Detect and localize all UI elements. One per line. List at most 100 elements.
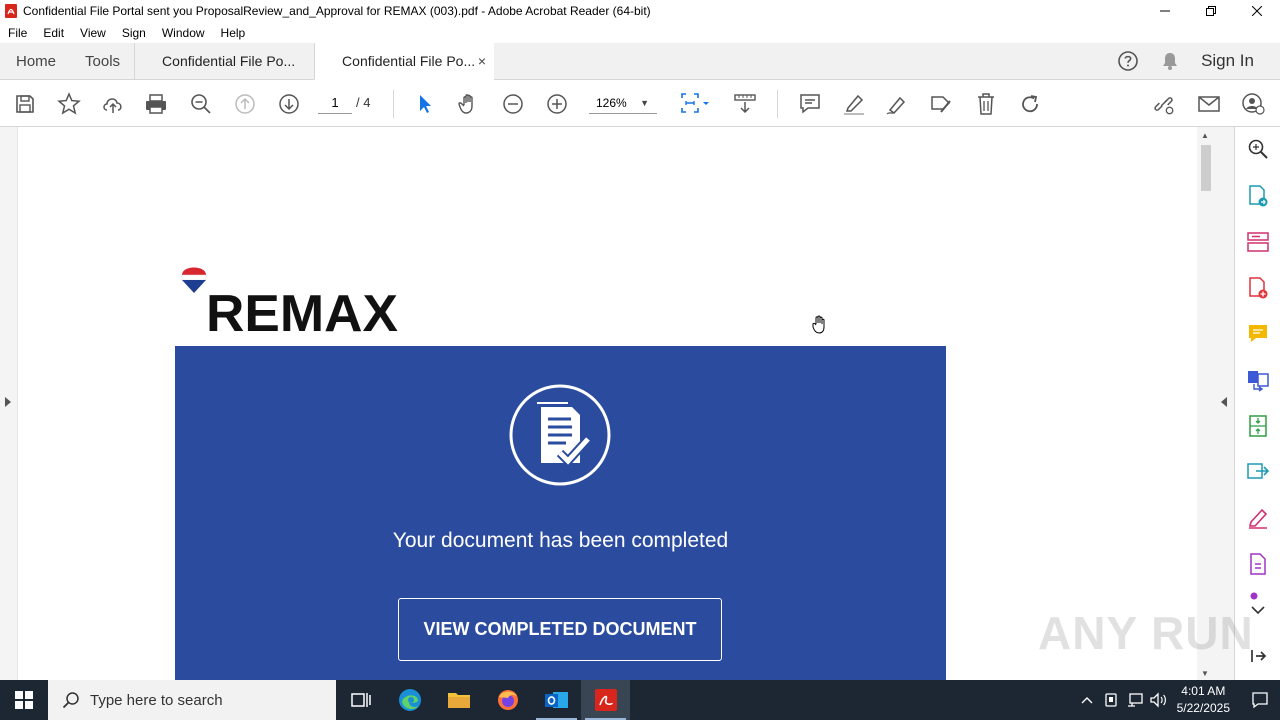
tool-export[interactable]	[1246, 460, 1270, 484]
zoom-search-button[interactable]	[189, 92, 213, 116]
zoom-value: 126%	[596, 96, 627, 110]
right-panel-toggle[interactable]	[1215, 127, 1234, 680]
taskbar-outlook[interactable]	[532, 680, 581, 720]
menu-help[interactable]: Help	[213, 26, 254, 40]
scroll-up-icon[interactable]: ▲	[1201, 131, 1209, 140]
sign-in-link[interactable]: Sign In	[1191, 51, 1280, 71]
save-icon	[16, 95, 34, 113]
scrollbar-thumb[interactable]	[1201, 145, 1211, 191]
page-number-input[interactable]: 1	[318, 92, 352, 114]
page-fit-button[interactable]	[680, 92, 712, 116]
windows-logo-icon	[15, 691, 33, 709]
hand-tool-button[interactable]	[457, 92, 481, 116]
taskbar-search[interactable]: Type here to search	[48, 680, 336, 720]
hand-icon	[458, 94, 473, 114]
document-viewport[interactable]: REMAX Your document has been completed V…	[0, 127, 1234, 686]
pen-sign-icon	[886, 96, 906, 115]
share-link-button[interactable]	[1152, 92, 1176, 116]
tool-compress-pdf[interactable]	[1246, 414, 1270, 438]
tool-request-signature[interactable]	[1246, 552, 1270, 576]
action-center-button[interactable]	[1240, 691, 1280, 709]
start-button[interactable]	[0, 680, 48, 720]
tool-organize-pages[interactable]	[1246, 230, 1270, 254]
pdf-page: REMAX Your document has been completed V…	[18, 127, 1197, 686]
envelope-icon	[1198, 96, 1220, 112]
close-window-button[interactable]	[1234, 0, 1280, 22]
combine-files-icon	[1248, 371, 1269, 392]
cloud-upload-icon	[103, 98, 122, 113]
home-link[interactable]: Home	[0, 43, 71, 79]
menu-file[interactable]: File	[0, 26, 35, 40]
printer-icon	[146, 94, 166, 114]
rotate-button[interactable]	[1018, 92, 1042, 116]
document-check-icon	[509, 384, 611, 486]
tool-combine-files[interactable]	[1246, 368, 1270, 392]
chevron-down-icon: ▼	[640, 98, 649, 108]
tool-find[interactable]	[1246, 137, 1270, 161]
arrow-up-circle-icon	[235, 94, 255, 114]
previous-page-button[interactable]	[233, 92, 257, 116]
next-page-button[interactable]	[277, 92, 301, 116]
tools-pane	[1234, 127, 1280, 680]
edit-pdf-button[interactable]	[929, 92, 953, 116]
tray-device-icon[interactable]	[1099, 692, 1123, 708]
menu-sign[interactable]: Sign	[114, 26, 154, 40]
acrobat-icon	[594, 689, 617, 711]
taskbar-acrobat[interactable]	[581, 680, 630, 720]
export-pdf-icon	[1249, 185, 1268, 207]
save-button[interactable]	[13, 92, 37, 116]
tab-label: Confidential File Po...	[342, 53, 476, 69]
minimize-button[interactable]	[1142, 0, 1188, 22]
folder-icon	[447, 693, 470, 708]
restore-button[interactable]	[1188, 0, 1234, 22]
print-button[interactable]	[144, 92, 168, 116]
menu-window[interactable]: Window	[154, 26, 213, 40]
scroll-mode-button[interactable]	[733, 92, 757, 116]
upload-button[interactable]	[101, 92, 125, 116]
taskbar-edge[interactable]	[385, 680, 434, 720]
tray-overflow-button[interactable]	[1075, 696, 1099, 704]
task-view-button[interactable]	[336, 680, 385, 720]
export-icon	[1247, 463, 1270, 479]
notifications-button[interactable]	[1149, 51, 1191, 71]
tool-create-pdf[interactable]	[1246, 276, 1270, 300]
highlighter-icon	[844, 94, 864, 115]
organize-pages-icon	[1247, 232, 1269, 252]
taskbar-firefox[interactable]	[483, 680, 532, 720]
menu-edit[interactable]: Edit	[35, 26, 72, 40]
tool-export-pdf[interactable]	[1246, 184, 1270, 208]
document-tab-active[interactable]: Confidential File Po... ×	[314, 43, 495, 80]
magnifier-minus-icon	[191, 94, 211, 114]
tray-network[interactable]	[1123, 692, 1147, 708]
taskbar-clock[interactable]: 4:01 AM 5/22/2025	[1171, 683, 1240, 717]
tray-volume[interactable]	[1147, 692, 1171, 708]
tool-comment[interactable]	[1246, 322, 1270, 346]
help-button[interactable]	[1107, 50, 1149, 72]
taskbar-file-explorer[interactable]	[434, 680, 483, 720]
email-button[interactable]	[1197, 92, 1221, 116]
draw-button[interactable]	[885, 92, 909, 116]
select-tool-button[interactable]	[413, 92, 437, 116]
firefox-icon	[497, 690, 518, 710]
document-tab[interactable]: Confidential File Po...	[134, 43, 314, 79]
edge-browser-icon	[398, 689, 421, 711]
vertical-scrollbar[interactable]: ▲ ▼	[1197, 127, 1215, 680]
view-completed-document-button[interactable]: VIEW COMPLETED DOCUMENT	[398, 598, 722, 661]
zoom-out-button[interactable]	[501, 92, 525, 116]
highlight-button[interactable]	[842, 92, 866, 116]
tab-close-button[interactable]: ×	[478, 53, 486, 69]
left-panel-toggle[interactable]	[0, 127, 17, 680]
system-tray: 4:01 AM 5/22/2025	[1075, 680, 1280, 720]
speaker-icon	[1149, 692, 1166, 708]
menu-view[interactable]: View	[72, 26, 114, 40]
bookmark-button[interactable]	[57, 92, 81, 116]
comment-button[interactable]	[798, 92, 822, 116]
zoom-level-select[interactable]: 126% ▼	[589, 92, 657, 114]
share-user-button[interactable]	[1241, 92, 1265, 116]
chevron-right-icon	[5, 397, 11, 407]
delete-button[interactable]	[974, 92, 998, 116]
scroll-down-icon[interactable]: ▼	[1201, 669, 1209, 678]
tool-fill-sign[interactable]	[1246, 506, 1270, 530]
zoom-in-button[interactable]	[545, 92, 569, 116]
tools-link[interactable]: Tools	[71, 43, 134, 79]
